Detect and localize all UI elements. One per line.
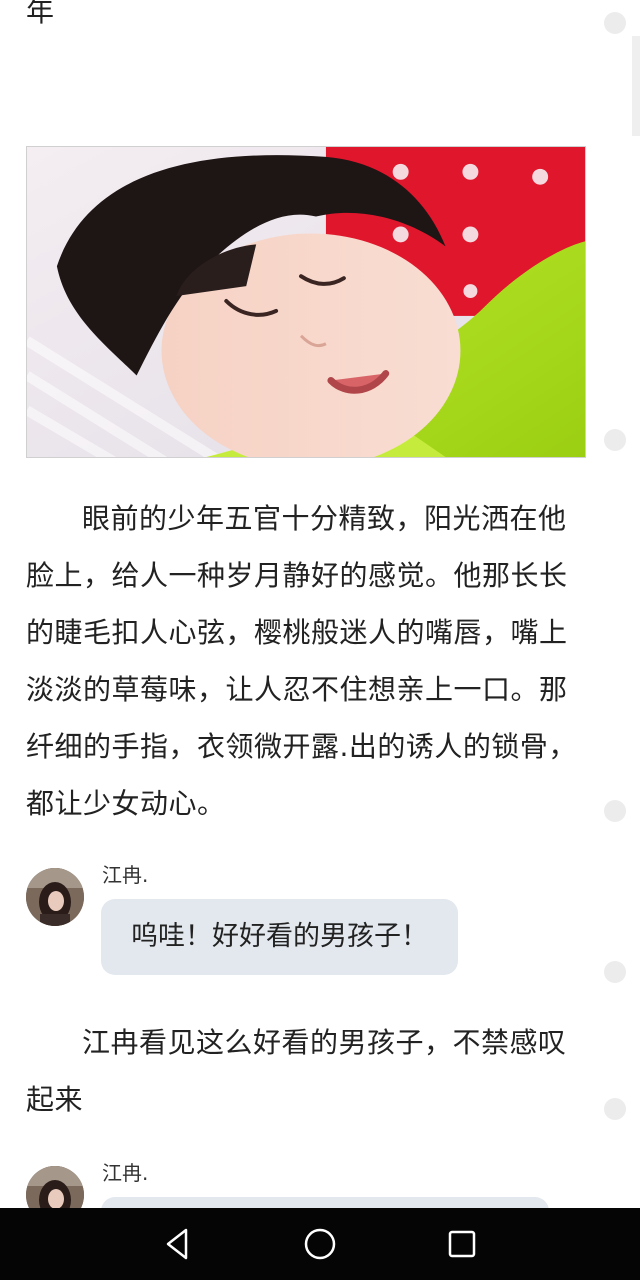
chat-bubble[interactable]: 呜哇！好好看的男孩子！ [101,899,458,975]
back-button[interactable] [156,1222,200,1266]
paragraph-comment-dot[interactable] [604,961,626,983]
circle-home-icon [304,1228,336,1260]
paragraph-comment-dot[interactable] [604,429,626,451]
triangle-back-icon [166,1228,188,1260]
story-text-fragment: 年 [26,0,55,28]
avatar-photo-icon [26,868,84,926]
story-paragraph: 眼前的少年五官十分精致，阳光洒在他脸上，给人一种岁月静好的感觉。他那长长的睫毛扣… [26,502,577,820]
sleeping-boy-photo-icon [27,147,585,457]
paragraph-comment-dot[interactable] [604,1098,626,1120]
system-nav-bar [0,1208,640,1280]
paragraph-comment-dot[interactable] [604,800,626,822]
avatar[interactable] [26,1166,84,1208]
speaker-name: 江冉. [102,863,149,887]
home-button[interactable] [298,1222,342,1266]
scrollbar[interactable] [632,36,640,136]
story-paragraph: 江冉看见这么好看的男孩子，不禁感叹起来 [26,1026,567,1116]
story-image[interactable] [26,146,586,458]
reader-content[interactable]: 年 眼前的少年五官十分精致，阳光洒在他脸上，给人一种岁月静好的感觉。他那长长的睫… [0,0,640,1208]
avatar[interactable] [26,868,84,926]
avatar-photo-icon [26,1166,84,1208]
square-recents-icon [448,1230,476,1258]
chat-bubble[interactable] [101,1197,549,1208]
recents-button[interactable] [440,1222,484,1266]
speaker-name: 江冉. [102,1161,149,1185]
paragraph-comment-dot[interactable] [604,12,626,34]
